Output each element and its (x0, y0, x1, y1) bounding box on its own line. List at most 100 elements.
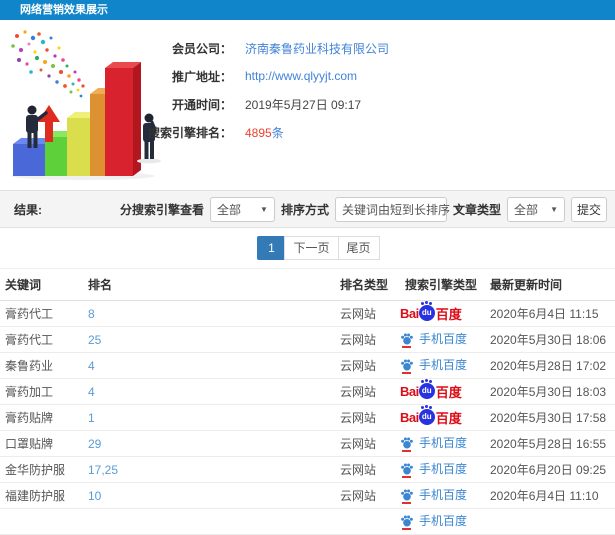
rank-link[interactable]: 1 (83, 404, 335, 431)
pagination: 1 下一页 尾页 (0, 228, 615, 268)
keyword-cell: 福建防护服 (0, 482, 83, 509)
promo-url-label: 推广地址： (171, 69, 232, 84)
info-row-rank-count: 搜索引擎排名： 4895条 (72, 118, 389, 146)
table-row: 金华防护服 17,25 云网站 手机百度 2020年6月20日 09:25 (0, 456, 615, 483)
updated-cell: 2020年5月28日 17:02 (485, 352, 615, 379)
updated-cell: 2020年5月30日 18:06 (485, 326, 615, 353)
header-updated: 最新更新时间 (485, 268, 615, 301)
search-engine-logo: 手机百度 (400, 512, 467, 530)
search-engine-logo: Bai du 百度 (400, 379, 462, 400)
header-engine-type: 搜索引擎类型 (400, 268, 485, 301)
rank-link[interactable]: 10 (83, 482, 335, 509)
search-engine-logo: 手机百度 (400, 356, 467, 374)
company-link[interactable]: 济南秦鲁药业科技有限公司 (245, 40, 389, 57)
keyword-cell: 膏药代工 (0, 300, 83, 327)
table-row: 福建防护服 10 云网站 手机百度 2020年6月4日 11:10 (0, 482, 615, 509)
table-row: 膏药加工 4 云网站 Bai du 百度 2020年5月30日 18:03 (0, 378, 615, 405)
rank-type-cell: 云网站 (335, 482, 400, 509)
search-engine-logo: Bai du 百度 (400, 405, 462, 426)
chevron-down-icon: ▼ (260, 204, 268, 214)
search-engine-logo: 手机百度 (400, 434, 467, 452)
rank-count-label: 搜索引擎排名： (147, 125, 232, 140)
table-row: 秦鲁药业 4 云网站 手机百度 2020年5月28日 17:02 (0, 352, 615, 379)
article-type-value: 全部 (514, 202, 539, 217)
rank-type-cell: 云网站 (335, 404, 400, 431)
rank-link[interactable]: 4 (83, 378, 335, 405)
rank-type-cell: 云网站 (335, 326, 400, 353)
sort-label: 排序方式 (280, 202, 329, 217)
header-rank: 排名 (83, 268, 335, 301)
rank-count-value: 4895条 (245, 124, 284, 141)
rank-count-suffix: 条 (271, 125, 284, 140)
article-type-select[interactable]: 全部 ▼ (507, 196, 565, 222)
updated-cell: 2020年6月4日 11:15 (485, 300, 615, 327)
table-row: 膏药贴牌 1 云网站 Bai du 百度 2020年5月30日 17:58 (0, 404, 615, 431)
last-page-button[interactable]: 尾页 (337, 236, 380, 260)
keyword-cell: 膏药代工 (0, 326, 83, 353)
filter-controls: 分搜索引擎查看 全部 ▼ 排序方式 关键词由短到长排序 ▼ 文章类型 全部 ▼ … (119, 196, 607, 222)
info-row-open-time: 开通时间： 2019年5月27日 09:17 (72, 90, 389, 118)
next-page-button[interactable]: 下一页 (284, 236, 339, 260)
keyword-cell: 膏药贴牌 (0, 404, 83, 431)
rank-link[interactable]: 4 (83, 352, 335, 379)
rank-link[interactable]: 29 (83, 430, 335, 457)
engine-filter-value: 全部 (216, 202, 241, 217)
table-row: 口罩贴牌 29 云网站 手机百度 2020年5月28日 16:55 (0, 430, 615, 457)
search-engine-logo: 手机百度 (400, 486, 467, 504)
rank-type-cell: 云网站 (335, 378, 400, 405)
keyword-cell: 口罩贴牌 (0, 430, 83, 457)
search-engine-logo: Bai du 百度 (400, 301, 462, 322)
open-time-label: 开通时间： (171, 97, 232, 112)
table-row-partial: 手机百度 (0, 508, 615, 535)
rank-link[interactable]: 17,25 (83, 456, 335, 483)
rank-type-cell: 云网站 (335, 430, 400, 457)
page-1-button[interactable]: 1 (257, 236, 286, 260)
promo-url-link[interactable]: http://www.qlyyjt.com (245, 69, 357, 83)
rank-link[interactable]: 25 (83, 326, 335, 353)
results-table: 关键词 排名 排名类型 搜索引擎类型 最新更新时间 膏药代工 8 云网站 Bai… (0, 268, 615, 535)
filter-bar: 结果: 分搜索引擎查看 全部 ▼ 排序方式 关键词由短到长排序 ▼ 文章类型 全… (0, 190, 615, 228)
header-rank-type: 排名类型 (335, 268, 400, 301)
info-fields: 会员公司： 济南秦鲁药业科技有限公司 推广地址： http://www.qlyy… (72, 34, 389, 146)
updated-cell: 2020年5月30日 17:58 (485, 404, 615, 431)
result-label: 结果: (14, 202, 42, 217)
rank-type-cell: 云网站 (335, 352, 400, 379)
rank-link[interactable]: 8 (83, 300, 335, 327)
keyword-cell: 金华防护服 (0, 456, 83, 483)
info-row-company: 会员公司： 济南秦鲁药业科技有限公司 (72, 34, 389, 62)
updated-cell: 2020年5月28日 16:55 (485, 430, 615, 457)
baidu-paw-icon (400, 488, 414, 504)
baidu-paw-icon (400, 514, 414, 530)
rank-type-cell: 云网站 (335, 456, 400, 483)
rank-count-number: 4895 (245, 125, 272, 140)
rank-type-cell: 云网站 (335, 300, 400, 327)
page: { "title_bar": { "title": "网络营销效果展示" }, … (0, 0, 615, 535)
page-title: 网络营销效果展示 (20, 4, 108, 16)
keyword-cell: 秦鲁药业 (0, 352, 83, 379)
baidu-paw-icon (400, 332, 414, 348)
table-header-row: 关键词 排名 排名类型 搜索引擎类型 最新更新时间 (0, 268, 615, 301)
updated-cell: 2020年6月20日 09:25 (485, 456, 615, 483)
table-row: 膏药代工 8 云网站 Bai du 百度 2020年6月4日 11:15 (0, 300, 615, 327)
sort-value: 关键词由短到长排序 (341, 202, 450, 217)
search-engine-logo: 手机百度 (400, 460, 467, 478)
engine-filter-label: 分搜索引擎查看 (119, 202, 204, 217)
updated-cell: 2020年5月30日 18:03 (485, 378, 615, 405)
table-row: 膏药代工 25 云网站 手机百度 2020年5月30日 18:06 (0, 326, 615, 353)
search-engine-logo: 手机百度 (400, 330, 467, 348)
article-type-label: 文章类型 (452, 202, 501, 217)
sort-select[interactable]: 关键词由短到长排序 ▼ (334, 196, 462, 222)
baidu-paw-icon (400, 358, 414, 374)
company-label: 会员公司： (171, 41, 232, 56)
info-row-url: 推广地址： http://www.qlyyjt.com (72, 62, 389, 90)
open-time-value: 2019年5月27日 09:17 (245, 97, 362, 112)
header-keyword: 关键词 (0, 268, 83, 301)
updated-cell: 2020年6月4日 11:10 (485, 482, 615, 509)
submit-button[interactable]: 提交 (571, 196, 607, 222)
keyword-cell: 膏药加工 (0, 378, 83, 405)
chevron-down-icon: ▼ (550, 204, 558, 214)
baidu-paw-icon (400, 462, 414, 478)
engine-filter-select[interactable]: 全部 ▼ (209, 196, 275, 222)
baidu-paw-icon (400, 436, 414, 452)
info-section: 会员公司： 济南秦鲁药业科技有限公司 推广地址： http://www.qlyy… (0, 20, 615, 190)
